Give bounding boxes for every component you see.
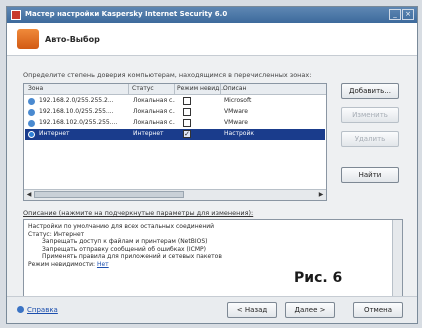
network-icon [28,109,35,116]
table-row-selected[interactable]: Интернет Интернет ✓ Настройки [25,129,325,140]
stealth-checkbox-checked[interactable]: ✓ [183,130,191,138]
table-row[interactable]: 192.168.2.0/255.255.2... Локальная с... … [25,96,325,107]
zones-description: Определите степень доверия компьютерам, … [23,71,312,79]
column-header-status[interactable]: Статус [132,85,154,92]
stealth-mode-label: Режим невидимости: [28,260,97,268]
cancel-button[interactable]: Отмена [353,302,403,318]
info-line: Настройки по умолчанию для всех остальны… [28,223,215,230]
figure-caption: Рис. 6 [294,270,343,286]
help-link[interactable]: Справка [17,306,58,314]
zone-cell: Интернет [39,130,70,137]
table-row[interactable]: 192.168.10.0/255.255.... Локальная с... … [25,107,325,118]
info-line: Запрещать отправку сообщений об ошибках … [42,245,206,253]
info-line: Применять правила для приложений и сетев… [42,253,222,261]
scroll-left-icon[interactable]: ◀ [25,191,33,198]
column-header-zone[interactable]: Зона [28,85,43,92]
info-line: Статус: Интернет [28,230,85,238]
minimize-icon[interactable]: _ [389,9,401,20]
column-header-description[interactable]: Описан [223,85,246,92]
description-cell: Microsoft [224,97,252,104]
help-label: Справка [27,306,58,314]
stealth-checkbox[interactable] [183,119,191,127]
description-cell: VMware [224,119,248,126]
info-line: Запрещать доступ к файлам и принтерам (N… [42,238,208,246]
network-icon [28,98,35,105]
stealth-mode-link[interactable]: Нет [97,261,109,268]
change-button[interactable]: Изменить [341,107,399,123]
wizard-window: Мастер настройки Kaspersky Internet Secu… [6,6,418,324]
description-cell: VMware [224,108,248,115]
delete-button[interactable]: Удалить [341,131,399,147]
info-line-stealth: Режим невидимости: Нет [28,261,398,269]
title-bar: Мастер настройки Kaspersky Internet Secu… [7,7,417,23]
status-cell: Локальная с... [133,97,175,104]
scroll-right-icon[interactable]: ▶ [317,191,325,198]
kaspersky-logo-icon [17,29,39,49]
status-cell: Интернет [133,130,164,137]
help-icon [17,306,24,313]
page-title: Авто-Выбор [45,35,100,44]
status-cell: Локальная с... [133,119,175,126]
wizard-header: Авто-Выбор [7,23,417,56]
zone-cell: 192.168.2.0/255.255.2... [39,97,114,104]
internet-globe-icon [28,131,35,138]
stealth-checkbox[interactable] [183,97,191,105]
scroll-thumb[interactable] [34,191,184,198]
description-label: Описание (нажмите на подчеркнутые параме… [23,209,254,217]
network-icon [28,120,35,127]
zone-cell: 192.168.10.0/255.255.... [39,108,114,115]
zones-table[interactable]: Зона Статус Режим невид... Описан 192.16… [23,83,327,201]
kaspersky-app-icon [11,10,21,20]
horizontal-scrollbar[interactable]: ◀ ▶ [24,189,326,200]
find-button[interactable]: Найти [341,167,399,183]
back-button[interactable]: < Назад [227,302,277,318]
table-row[interactable]: 192.168.102.0/255.255.... Локальная с...… [25,118,325,129]
description-cell: Настройки [224,130,254,137]
next-button[interactable]: Далее > [285,302,335,318]
wizard-footer: Справка < Назад Далее > Отмена [7,296,417,323]
column-header-stealth[interactable]: Режим невид... [177,85,225,92]
table-header: Зона Статус Режим невид... Описан [24,84,326,95]
add-button[interactable]: Добавить... [341,83,399,99]
window-title: Мастер настройки Kaspersky Internet Secu… [25,10,228,18]
status-cell: Локальная с... [133,108,175,115]
description-box: Настройки по умолчанию для всех остальны… [23,219,403,297]
close-icon[interactable]: × [402,9,414,20]
vertical-scrollbar[interactable] [392,220,402,296]
stealth-checkbox[interactable] [183,108,191,116]
zone-cell: 192.168.102.0/255.255.... [39,119,118,126]
